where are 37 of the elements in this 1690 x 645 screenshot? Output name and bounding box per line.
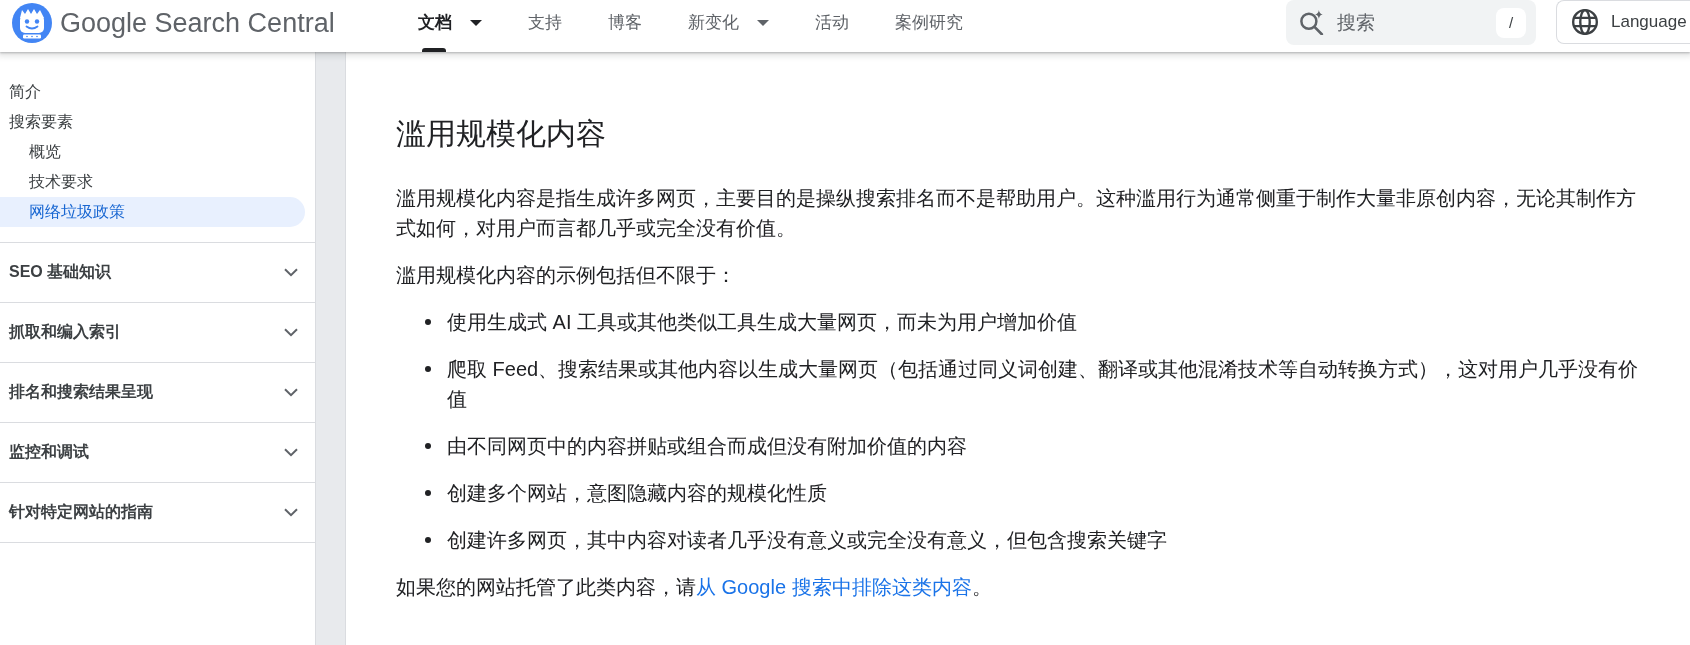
sidebar-item[interactable]: 搜索要素 [0, 107, 305, 137]
bullet-icon [425, 537, 431, 543]
bullet-icon [425, 366, 431, 372]
language-button[interactable]: Language [1556, 0, 1690, 44]
nav-tab[interactable]: 博客 [584, 0, 665, 52]
sidebar-item[interactable]: 简介 [0, 77, 305, 107]
sidebar-item[interactable]: 概览 [0, 137, 305, 167]
nav-tab[interactable]: 活动 [791, 0, 872, 52]
article-title: 滥用规模化内容 [396, 116, 607, 152]
shortcut-key: / [1496, 7, 1526, 38]
nav-tab[interactable]: 新变化 [664, 0, 792, 52]
nav-tab[interactable]: 案例研究 [871, 0, 986, 52]
site-title[interactable]: Google Search Central [60, 6, 335, 39]
list-intro: 滥用规模化内容的示例包括但不限于： [396, 263, 737, 288]
sidebar-section[interactable]: SEO 基础知识 [0, 243, 315, 303]
sidebar-section[interactable]: 抓取和编入索引 [0, 303, 315, 363]
article-paragraph: 滥用规模化内容是指生成许多网页，主要目的是操纵搜索排名而不是帮助用户。这种滥用行为通常侧重于制作大量非原创内容，无论其制作方式如何，对用户而言都几乎或完全没有价值。 [396, 186, 1637, 241]
bullet-icon [425, 443, 431, 449]
sidebar-section[interactable]: 针对特定网站的指南 [0, 483, 315, 543]
list-item-text: 创建许多网页，其中内容对读者几乎没有意义或完全没有意义，但包含搜索关键字 [447, 528, 1168, 553]
list-item-text: 爬取 Feed、搜索结果或其他内容以生成大量网页（包括通过同义词创建、翻译或其他混淆技术等自动转换方式），这对用户几乎没有价值 [447, 357, 1640, 412]
nav-tab[interactable]: 支持 [504, 0, 585, 52]
list-item-text: 使用生成式 AI 工具或其他类似工具生成大量网页，而未为用户增加价值 [447, 310, 1078, 335]
exclusion-note: 如果您的网站托管了此类内容，请从 Google 搜索中排除这类内容。 [396, 575, 993, 600]
search-icon [1300, 10, 1324, 35]
sidebar-item[interactable]: 技术要求 [0, 167, 305, 197]
bullet-icon [425, 490, 431, 496]
sidebar-section[interactable]: 排名和搜索结果呈现 [0, 363, 315, 423]
nav-tab[interactable]: 文档 [394, 0, 505, 52]
sidebar-section[interactable]: 监控和调试 [0, 423, 315, 483]
exclusion-link[interactable]: 从 Google 搜索中排除这类内容 [696, 576, 972, 598]
sidebar-item[interactable]: 网络垃圾政策 [0, 197, 305, 227]
robot-logo-icon[interactable] [12, 2, 52, 43]
globe-icon [1572, 9, 1598, 35]
list-item-text: 由不同网页中的内容拼贴或组合而成但没有附加价值的内容 [447, 434, 968, 459]
bullet-icon [425, 319, 431, 325]
list-item-text: 创建多个网站，意图隐藏内容的规模化性质 [447, 481, 828, 506]
